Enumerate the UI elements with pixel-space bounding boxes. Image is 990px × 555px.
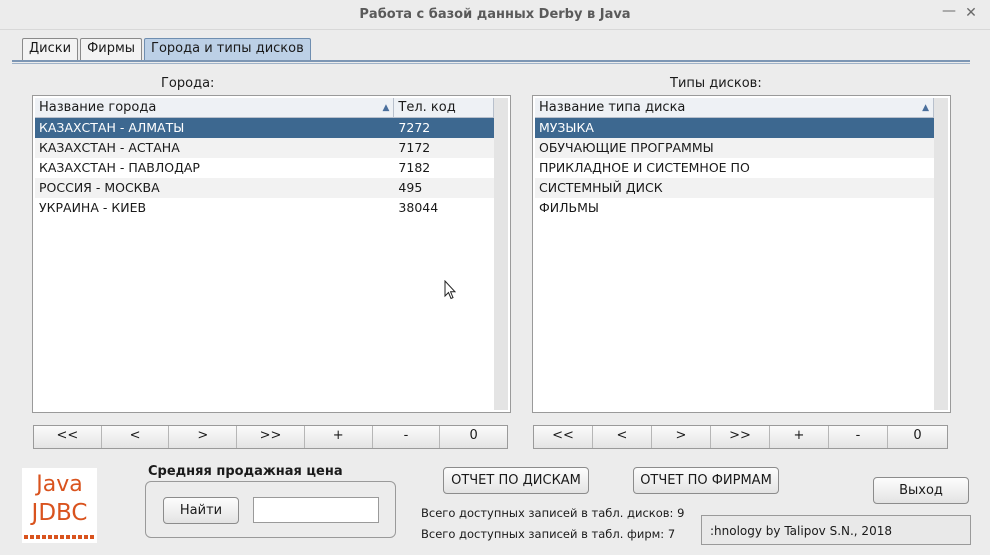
nav-refresh-button[interactable]: 0 <box>440 426 508 448</box>
avg-price-field[interactable] <box>253 497 379 523</box>
disk-types-nav-bar: << < > >> + -0 <box>533 425 948 449</box>
tab-divider-shadow <box>12 63 970 64</box>
title-bar: Работа с базой данных Derby в Java — ✕ <box>0 0 990 30</box>
tab-firms[interactable]: Фирмы <box>80 38 143 60</box>
disk-type-name-cell: ОБУЧАЮЩИЕ ПРОГРАММЫ <box>539 140 714 155</box>
cities-table-header: Название города ▲ Тел. код <box>35 98 494 118</box>
col-city-name[interactable]: Название города ▲ <box>35 98 395 118</box>
table-row[interactable]: ОБУЧАЮЩИЕ ПРОГРАММЫ <box>535 138 934 158</box>
disks-count-text: Всего доступных записей в табл. дисков: … <box>421 506 685 520</box>
table-row[interactable]: СИСТЕМНЫЙ ДИСК <box>535 178 934 198</box>
disk-type-name-cell: СИСТЕМНЫЙ ДИСК <box>539 180 663 195</box>
nav-next-button[interactable]: > <box>652 426 711 448</box>
nav-prev-button[interactable]: < <box>593 426 652 448</box>
nav-next-button[interactable]: > <box>169 426 238 448</box>
sort-ascending-icon: ▲ <box>922 103 929 113</box>
col-phone-code[interactable]: Тел. код <box>394 98 494 118</box>
nav-refresh-button[interactable]: 0 <box>888 426 947 448</box>
sort-ascending-icon: ▲ <box>382 103 390 113</box>
table-row[interactable]: КАЗАХСТАН - АЛМАТЫ 7272 <box>35 118 494 138</box>
phone-code-cell: 495 <box>398 180 423 195</box>
java-jdbc-logo: Java JDBC <box>22 468 97 543</box>
disk-types-scrollbar[interactable] <box>934 98 948 410</box>
table-row[interactable]: ПРИКЛАДНОЕ И СИСТЕМНОЕ ПО <box>535 158 934 178</box>
firms-count-text: Всего доступных записей в табл. фирм: 7 <box>421 527 676 541</box>
table-row[interactable]: КАЗАХСТАН - ПАВЛОДАР 7182 <box>35 158 494 178</box>
phone-code-cell: 7172 <box>398 140 431 155</box>
tab-cities-types[interactable]: Города и типы дисков <box>144 38 311 60</box>
tab-bar: Диски Фирмы Города и типы дисков <box>22 38 313 60</box>
col-city-name-label: Название города <box>39 100 157 115</box>
nav-last-button[interactable]: >> <box>711 426 770 448</box>
avg-price-title: Средняя продажная цена <box>148 464 343 479</box>
logo-stripe <box>24 535 95 539</box>
nav-add-button[interactable]: + <box>770 426 829 448</box>
disk-type-name-cell: ФИЛЬМЫ <box>539 200 599 215</box>
mouse-pointer-icon <box>444 280 456 300</box>
nav-add-button[interactable]: + <box>304 426 373 448</box>
city-name-cell: КАЗАХСТАН - АСТАНА <box>39 140 180 155</box>
table-row[interactable]: МУЗЫКА <box>535 118 934 138</box>
nav-first-button[interactable]: << <box>34 426 102 448</box>
phone-code-cell: 7182 <box>398 160 431 175</box>
nav-delete-button[interactable]: - <box>372 426 441 448</box>
cities-nav-bar: << < > >> + -0 <box>33 425 508 449</box>
nav-delete-button[interactable]: - <box>829 426 888 448</box>
close-icon[interactable]: ✕ <box>962 5 980 21</box>
nav-last-button[interactable]: >> <box>237 426 305 448</box>
disk-types-label: Типы дисков: <box>670 76 762 91</box>
disk-type-name-cell: МУЗЫКА <box>539 120 594 135</box>
logo-jdbc-text: JDBC <box>31 500 88 526</box>
col-disk-type-name[interactable]: Название типа диска ▲ <box>535 98 934 118</box>
table-row[interactable]: ФИЛЬМЫ <box>535 198 934 218</box>
city-name-cell: УКРАИНА - КИЕВ <box>39 200 147 215</box>
minimize-icon[interactable]: — <box>940 3 958 19</box>
table-row[interactable]: КАЗАХСТАН - АСТАНА 7172 <box>35 138 494 158</box>
cities-label: Города: <box>161 76 215 91</box>
disk-report-button[interactable]: ОТЧЕТ ПО ДИСКАМ <box>443 467 589 494</box>
cities-table: Название города ▲ Тел. код КАЗАХСТАН - А… <box>32 95 511 413</box>
disk-type-name-cell: ПРИКЛАДНОЕ И СИСТЕМНОЕ ПО <box>539 160 750 175</box>
table-row[interactable]: РОССИЯ - МОСКВА 495 <box>35 178 494 198</box>
city-name-cell: КАЗАХСТАН - ПАВЛОДАР <box>39 160 200 175</box>
city-name-cell: РОССИЯ - МОСКВА <box>39 180 160 195</box>
col-disk-type-name-label: Название типа диска <box>539 100 686 115</box>
exit-button[interactable]: Выход <box>873 477 969 504</box>
logo-java-text: Java <box>36 472 83 497</box>
window-title: Работа с базой данных Derby в Java <box>359 7 631 22</box>
disk-types-table-header: Название типа диска ▲ <box>535 98 934 118</box>
disk-types-table: Название типа диска ▲ МУЗЫКА ОБУЧАЮЩИЕ ПР… <box>532 95 951 413</box>
cities-scrollbar[interactable] <box>494 98 508 410</box>
nav-prev-button[interactable]: < <box>101 426 170 448</box>
firm-report-button[interactable]: ОТЧЕТ ПО ФИРМАМ <box>633 467 779 494</box>
phone-code-cell: 38044 <box>398 200 439 215</box>
table-row[interactable]: УКРАИНА - КИЕВ 38044 <box>35 198 494 218</box>
nav-first-button[interactable]: << <box>534 426 593 448</box>
find-button[interactable]: Найти <box>163 497 239 524</box>
city-name-cell: КАЗАХСТАН - АЛМАТЫ <box>39 120 185 135</box>
tab-divider <box>12 60 970 62</box>
tab-disks[interactable]: Диски <box>22 38 79 60</box>
credit-text: :hnology by Talipov S.N., 2018 <box>701 515 971 545</box>
phone-code-cell: 7272 <box>398 120 431 135</box>
